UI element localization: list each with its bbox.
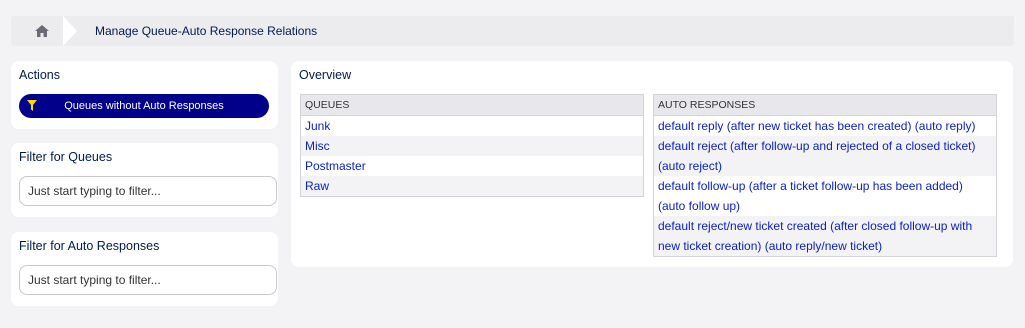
breadcrumb-separator <box>63 16 77 46</box>
queue-link[interactable]: Misc <box>305 139 330 153</box>
filter-queues-input[interactable] <box>19 176 277 206</box>
table-row: default follow-up (after a ticket follow… <box>653 176 997 196</box>
auto-response-link[interactable]: new ticket creation) (auto reply/new tic… <box>658 239 882 253</box>
queues-without-auto-responses-label: Queues without Auto Responses <box>64 100 224 112</box>
breadcrumb: Manage Queue-Auto Response Relations <box>11 16 1014 46</box>
queues-without-auto-responses-button[interactable]: Queues without Auto Responses <box>19 94 269 118</box>
table-row: Postmaster <box>301 156 644 176</box>
auto-response-link[interactable]: (auto follow up) <box>658 199 740 213</box>
overview-title: Overview <box>299 68 352 82</box>
auto-response-link[interactable]: default reply (after new ticket has been… <box>658 119 976 133</box>
filter-auto-responses-box: Filter for Auto Responses <box>11 232 278 306</box>
table-row: Raw <box>300 176 644 197</box>
auto-response-link[interactable]: default follow-up (after a ticket follow… <box>658 179 963 193</box>
auto-responses-header: AUTO RESPONSES <box>653 94 997 116</box>
auto-response-link[interactable]: (auto reject) <box>658 159 722 173</box>
filter-icon <box>27 100 37 111</box>
filter-queues-title: Filter for Queues <box>19 150 113 164</box>
table-row: Junk <box>301 116 644 137</box>
filter-auto-responses-input[interactable] <box>19 265 277 295</box>
queues-header: QUEUES <box>300 94 644 116</box>
overview-box: Overview QUEUES Junk Misc Postmaster Raw… <box>291 61 1013 267</box>
table-row: new ticket creation) (auto reply/new tic… <box>653 236 997 257</box>
home-icon <box>35 25 49 37</box>
breadcrumb-current: Manage Queue-Auto Response Relations <box>95 24 318 38</box>
table-row: default reject/new ticket created (after… <box>653 216 997 236</box>
auto-response-link[interactable]: default reject/new ticket created (after… <box>658 219 972 233</box>
actions-box: Actions Queues without Auto Responses <box>11 61 278 129</box>
actions-title: Actions <box>19 68 60 82</box>
auto-response-link[interactable]: default reject (after follow-up and reje… <box>658 139 976 153</box>
queue-link[interactable]: Raw <box>305 179 329 193</box>
table-row: (auto reject) <box>653 156 997 176</box>
queues-table: QUEUES Junk Misc Postmaster Raw <box>300 94 644 197</box>
auto-responses-table: AUTO RESPONSES default reply (after new … <box>653 94 997 257</box>
queue-link[interactable]: Junk <box>305 119 330 133</box>
table-row: (auto follow up) <box>653 196 997 216</box>
queue-link[interactable]: Postmaster <box>305 159 366 173</box>
breadcrumb-home[interactable] <box>11 16 71 46</box>
filter-auto-responses-title: Filter for Auto Responses <box>19 239 160 253</box>
filter-queues-box: Filter for Queues <box>11 143 278 217</box>
table-row: default reply (after new ticket has been… <box>654 116 997 137</box>
table-row: Misc <box>300 136 644 156</box>
table-row: default reject (after follow-up and reje… <box>653 136 997 156</box>
